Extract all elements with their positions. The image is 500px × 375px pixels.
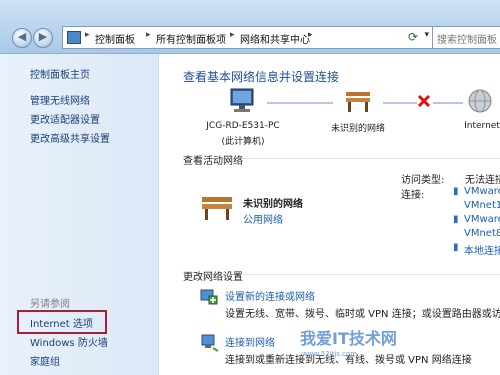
task-connect-network-link[interactable]: 连接到网络 (225, 334, 275, 349)
back-button[interactable]: ◀ (12, 28, 32, 48)
address-bar[interactable]: ▸ 控制面板 ▸ 所有控制面板项 ▸ 网络和共享中心 ▸ ▾ (62, 26, 434, 49)
computer-name: JCG-RD-E531-PC (206, 121, 280, 131)
breadcrumb-separator-icon: ▸ (85, 30, 90, 40)
connection-link[interactable]: VMware (464, 186, 500, 197)
chevron-down-icon[interactable]: ▾ (424, 30, 429, 40)
breadcrumb-separator-icon[interactable]: ▸ (230, 30, 235, 40)
bench-icon (202, 197, 232, 220)
bench-icon[interactable] (343, 88, 373, 114)
active-network-name: 未识别的网络 (243, 199, 303, 210)
connection-line (383, 102, 417, 104)
refresh-button[interactable]: ⟳ (402, 27, 424, 47)
network-type-link[interactable]: 公用网络 (243, 211, 283, 226)
computer-icon[interactable] (227, 88, 257, 114)
connection-link[interactable]: VMnet8 (464, 228, 500, 239)
new-connection-icon (200, 289, 218, 305)
sidebar-item-windows-firewall[interactable]: Windows 防火墙 (30, 334, 108, 349)
task-setup-connection-desc: 设置无线、宽带、拨号、临时或 VPN 连接；或设置路由器或访问点 (225, 309, 500, 320)
globe-icon[interactable] (467, 88, 493, 114)
computer-subtitle: (此计算机) (221, 137, 265, 147)
breadcrumb-separator-icon[interactable]: ▸ (308, 30, 313, 40)
divider (241, 274, 500, 275)
sidebar-item-adapter-settings[interactable]: 更改适配器设置 (30, 111, 100, 126)
access-type-value: 无法连接 (465, 175, 500, 186)
connections-label: 连接: (401, 190, 425, 201)
forward-button[interactable]: ▶ (33, 28, 53, 48)
see-also-heading: 另请参阅 (30, 299, 70, 310)
highlight-box (17, 310, 107, 334)
task-setup-connection-link[interactable]: 设置新的连接或网络 (225, 288, 315, 303)
connection-link[interactable]: VMnet1 (464, 200, 500, 211)
network-adapter-icon: ▮ (453, 242, 459, 253)
breadcrumb-separator-icon[interactable]: ▸ (146, 30, 151, 40)
connection-link[interactable]: 本地连接 (464, 242, 500, 257)
watermark-url: www.52itjs.com (302, 350, 358, 358)
divider (241, 158, 500, 159)
connection-link[interactable]: VMware (464, 214, 500, 225)
sidebar-item-advanced-sharing[interactable]: 更改高级共享设置 (30, 130, 110, 145)
network-label: 未识别的网络 (330, 124, 385, 134)
forward-arrow-icon: ▶ (38, 30, 48, 43)
disconnected-x-icon[interactable] (417, 94, 431, 108)
sidebar-item-manage-wireless[interactable]: 管理无线网络 (30, 92, 90, 107)
control-panel-icon (67, 31, 81, 44)
access-type-label: 访问类型: (401, 175, 445, 186)
sidebar-item-homegroup[interactable]: 家庭组 (30, 353, 60, 368)
connection-line (433, 102, 463, 104)
network-adapter-icon: ▮ (453, 186, 459, 197)
breadcrumb-item[interactable]: 所有控制面板项 (156, 31, 226, 46)
back-arrow-icon: ◀ (17, 30, 27, 43)
breadcrumb-item[interactable]: 网络和共享中心 (240, 31, 310, 46)
search-placeholder: 搜索控制面板 (437, 35, 497, 46)
change-settings-heading: 更改网络设置 (183, 272, 243, 283)
internet-label: Internet (464, 121, 500, 131)
search-input[interactable]: 搜索控制面板 (432, 26, 500, 49)
breadcrumb-item[interactable]: 控制面板 (95, 31, 135, 46)
connection-line (267, 102, 333, 104)
page-title: 查看基本网络信息并设置连接 (183, 70, 340, 84)
watermark-text: 我爱IT技术网 (300, 329, 397, 348)
window-toolbar: ◀ ▶ ▸ 控制面板 ▸ 所有控制面板项 ▸ 网络和共享中心 ▸ ▾ ⟳ 搜索控… (0, 0, 500, 54)
active-networks-heading: 查看活动网络 (183, 156, 243, 167)
sidebar-item-home[interactable]: 控制面板主页 (30, 66, 90, 81)
network-adapter-icon: ▮ (453, 214, 459, 225)
connect-network-icon (201, 334, 219, 352)
